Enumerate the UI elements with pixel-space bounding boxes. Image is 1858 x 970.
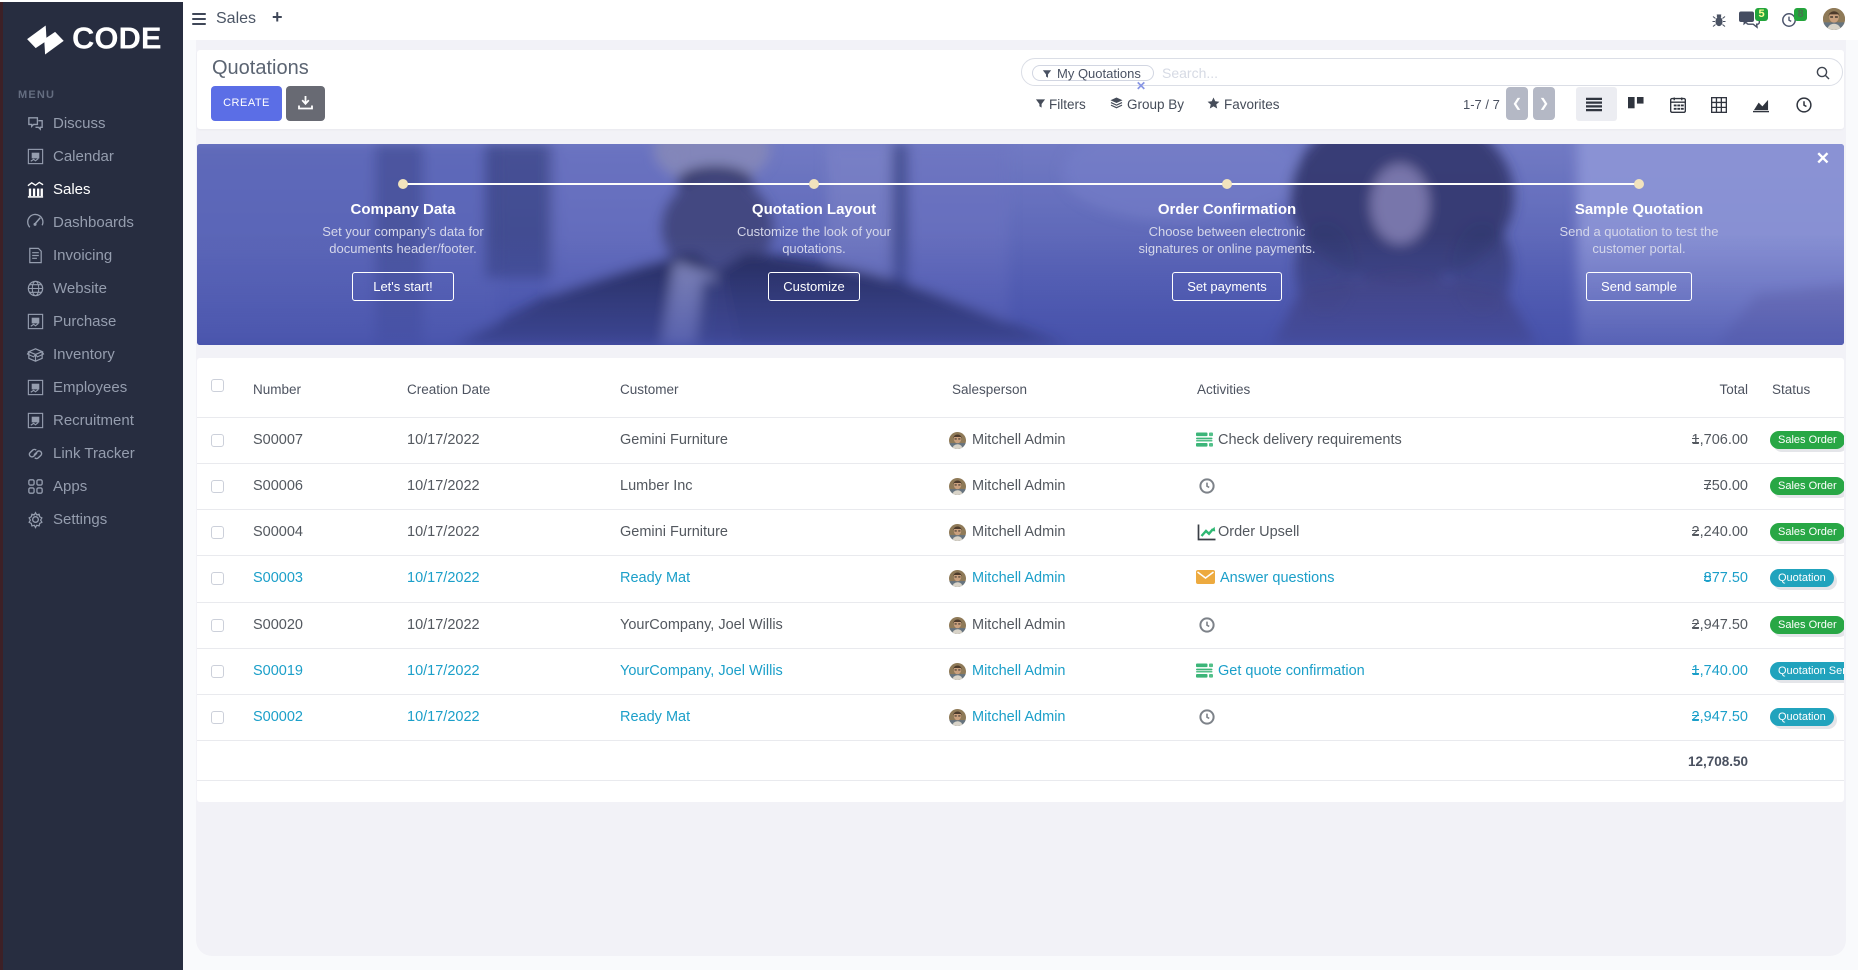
svg-text:CODE: CODE (72, 24, 162, 56)
